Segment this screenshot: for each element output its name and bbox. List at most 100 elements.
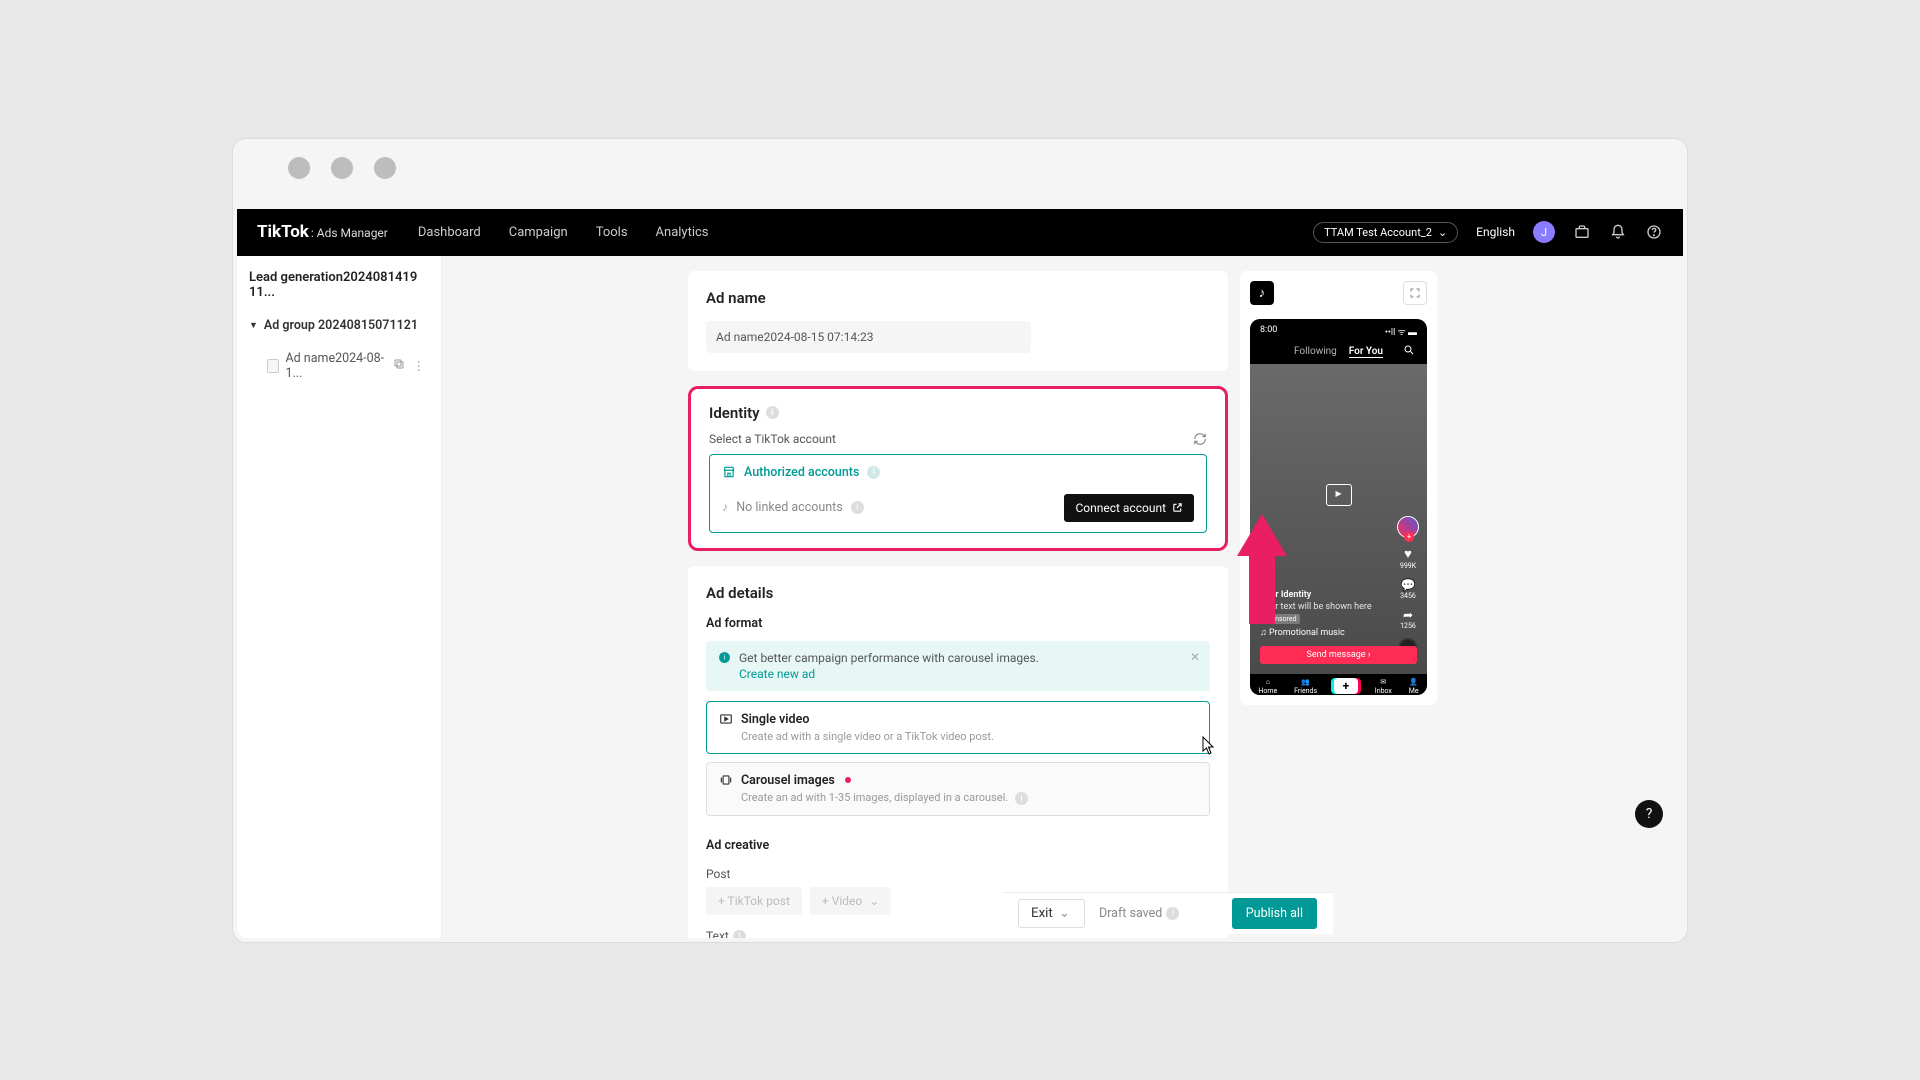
ad-details-title: Ad details (706, 584, 1210, 602)
exit-button[interactable]: Exit ⌄ (1018, 899, 1085, 928)
video-icon (719, 712, 733, 726)
nav-campaign[interactable]: Campaign (509, 225, 568, 240)
no-linked-row: ♪ No linked accounts i Connect account (722, 494, 1194, 522)
adgroup-label: Ad group 20240815071121 (264, 318, 418, 333)
bell-icon[interactable] (1609, 223, 1627, 241)
brand-logo[interactable]: TikTok : Ads Manager (257, 222, 388, 242)
user-avatar[interactable]: J (1533, 221, 1555, 243)
identity-card: Identity i Select a TikTok account (688, 386, 1228, 551)
tab-home: ⌂Home (1258, 678, 1277, 695)
caption-area: Your Identity Your text will be shown he… (1260, 590, 1372, 638)
expand-icon[interactable] (1403, 281, 1427, 305)
new-badge-icon (845, 777, 851, 783)
sidebar: Lead generation2024081419​11... ▼ Ad gro… (237, 256, 442, 938)
post-label: Post (706, 867, 1210, 881)
chevron-down-icon: ⌄ (869, 894, 879, 908)
info-icon[interactable]: i (733, 930, 746, 938)
traffic-light-max[interactable] (374, 157, 396, 179)
content-area: Lead generation2024081419​11... ▼ Ad gro… (237, 256, 1683, 938)
connect-account-button[interactable]: Connect account (1064, 494, 1194, 522)
ad-name-card: Ad name (688, 271, 1228, 371)
info-icon[interactable]: i (766, 406, 779, 419)
nav-dashboard[interactable]: Dashboard (418, 225, 481, 240)
chevron-down-icon: ⌄ (1059, 906, 1070, 921)
window-titlebar (233, 139, 1687, 197)
external-link-icon (1172, 502, 1183, 513)
tab-friends: 👥Friends (1294, 678, 1317, 695)
tiktok-post-button[interactable]: + TikTok post (706, 887, 802, 915)
like-icon: ♥999K (1400, 546, 1416, 570)
briefcase-icon[interactable] (1573, 223, 1591, 241)
refresh-icon[interactable] (1193, 432, 1207, 446)
center-column: Ad name Identity i Select a TikTok accou… (688, 271, 1228, 938)
account-selector[interactable]: TTAM Test Account_2 ⌄ (1313, 222, 1458, 243)
ad-thumb-icon (267, 359, 279, 373)
identity-title: Identity i (709, 404, 1207, 422)
svg-text:i: i (724, 652, 726, 661)
account-box: Authorized accounts i ♪ No linked accoun… (709, 454, 1207, 533)
tiktok-app-icon: ♪ (1250, 281, 1274, 305)
ad-details-card: Ad details Ad format i Get better campai… (688, 566, 1228, 938)
more-icon[interactable]: ⋮ (413, 358, 426, 374)
status-time: 8:00 (1260, 325, 1277, 338)
carousel-icon (719, 773, 733, 787)
side-icons: ♥999K 💬3456 ➦1256 (1397, 516, 1419, 656)
share-icon: ➦1256 (1400, 608, 1416, 630)
info-icon[interactable]: i (1015, 792, 1028, 805)
sidebar-adgroup[interactable]: ▼ Ad group 20240815071121 (249, 314, 429, 337)
account-name: TTAM Test Account_2 (1324, 226, 1432, 239)
ad-creative-label: Ad creative (706, 838, 1210, 853)
help-icon[interactable] (1645, 223, 1663, 241)
nav-analytics[interactable]: Analytics (656, 225, 709, 240)
copy-icon[interactable] (393, 358, 405, 374)
sidebar-campaign[interactable]: Lead generation2024081419​11... (249, 270, 429, 300)
nav-links: Dashboard Campaign Tools Analytics (418, 225, 709, 240)
app-body: TikTok : Ads Manager Dashboard Campaign … (237, 209, 1683, 938)
ad-item-label: Ad name2024-08-1... (285, 351, 386, 381)
authorized-label: Authorized accounts (744, 465, 859, 480)
brand-sub: : Ads Manager (311, 226, 388, 240)
carousel-desc: Create an ad with 1-35 images, displayed… (741, 791, 1197, 806)
preview-cta: Send message › (1260, 646, 1417, 664)
tab-create: + (1334, 678, 1358, 695)
caret-down-icon: ▼ (249, 320, 258, 331)
preview-column: ♪ 8:00 ••ll ᯤ ▬ Following For You (1240, 271, 1437, 938)
close-icon[interactable]: ✕ (1190, 650, 1200, 664)
help-fab[interactable]: ? (1635, 800, 1663, 828)
phone-status-bar: 8:00 ••ll ᯤ ▬ (1250, 319, 1427, 344)
info-icon[interactable]: i (1166, 907, 1179, 920)
storefront-icon (722, 465, 736, 479)
carousel-title: Carousel images (741, 773, 835, 788)
info-banner: i Get better campaign performance with c… (706, 641, 1210, 691)
language-label[interactable]: English (1476, 225, 1515, 239)
search-icon (1403, 344, 1415, 356)
chevron-down-icon: ⌄ (1438, 226, 1447, 239)
brand-name: TikTok (257, 222, 309, 242)
traffic-light-min[interactable] (331, 157, 353, 179)
info-icon[interactable]: i (851, 501, 864, 514)
ad-name-input[interactable] (706, 321, 1031, 353)
tab-following: Following (1294, 346, 1337, 358)
nav-tools[interactable]: Tools (596, 225, 628, 240)
phone-tabs: Following For You (1250, 344, 1427, 364)
phone-preview: 8:00 ••ll ᯤ ▬ Following For You (1250, 319, 1427, 695)
banner-text: Get better campaign performance with car… (739, 651, 1039, 665)
video-button[interactable]: + Video ⌄ (810, 887, 891, 915)
status-icons: ••ll ᯤ ▬ (1385, 325, 1417, 338)
info-icon[interactable]: i (867, 466, 880, 479)
browser-window: TikTok : Ads Manager Dashboard Campaign … (232, 138, 1688, 943)
info-icon: i (718, 651, 731, 664)
sponsored-badge: Sponsored (1260, 614, 1300, 624)
tab-me: 👤Me (1409, 678, 1419, 695)
traffic-light-close[interactable] (288, 157, 310, 179)
music-line: ♫ Promotional music (1260, 627, 1372, 638)
nav-right: TTAM Test Account_2 ⌄ English J (1313, 221, 1663, 243)
format-single-video[interactable]: Single video Create ad with a single vid… (706, 701, 1210, 754)
ad-item-actions: ⋮ (393, 358, 426, 374)
format-carousel[interactable]: Carousel images Create an ad with 1-35 i… (706, 762, 1210, 817)
sidebar-ad-item[interactable]: Ad name2024-08-1... ⋮ (249, 345, 429, 387)
ad-format-label: Ad format (706, 616, 1210, 631)
publish-button[interactable]: Publish all (1232, 898, 1317, 929)
authorized-row[interactable]: Authorized accounts i (722, 465, 1194, 480)
banner-link[interactable]: Create new ad (739, 667, 1039, 681)
